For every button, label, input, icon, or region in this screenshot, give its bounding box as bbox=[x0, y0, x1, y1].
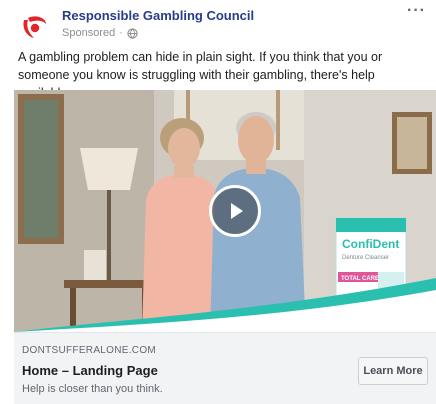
link-preview[interactable]: DONTSUFFERALONE.COM Home – Landing Page … bbox=[14, 332, 436, 404]
link-description: Help is closer than you think. bbox=[22, 383, 163, 395]
post-meta: Sponsored · bbox=[62, 27, 138, 39]
page-name-link[interactable]: Responsible Gambling Council bbox=[62, 8, 254, 23]
more-options-icon[interactable]: ··· bbox=[407, 2, 426, 20]
learn-more-button[interactable]: Learn More bbox=[358, 357, 428, 385]
link-headline[interactable]: Home – Landing Page bbox=[22, 363, 158, 378]
page-avatar[interactable] bbox=[16, 8, 52, 44]
video-player[interactable]: ConfiDent Denture Cleanser TOTAL CARE bbox=[14, 90, 436, 332]
svg-text:Denture Cleanser: Denture Cleanser bbox=[342, 255, 389, 261]
sponsored-post-card: Responsible Gambling Council Sponsored ·… bbox=[0, 0, 436, 404]
sponsored-label[interactable]: Sponsored bbox=[62, 27, 115, 39]
svg-text:ConfiDent: ConfiDent bbox=[342, 237, 399, 251]
play-button[interactable] bbox=[209, 185, 261, 237]
rgc-logo-icon bbox=[23, 16, 46, 38]
post-header: Responsible Gambling Council Sponsored ·… bbox=[16, 2, 426, 44]
play-icon bbox=[231, 203, 243, 219]
globe-icon bbox=[127, 27, 138, 39]
svg-text:TOTAL CARE: TOTAL CARE bbox=[341, 276, 379, 282]
link-domain: DONTSUFFERALONE.COM bbox=[22, 345, 157, 356]
